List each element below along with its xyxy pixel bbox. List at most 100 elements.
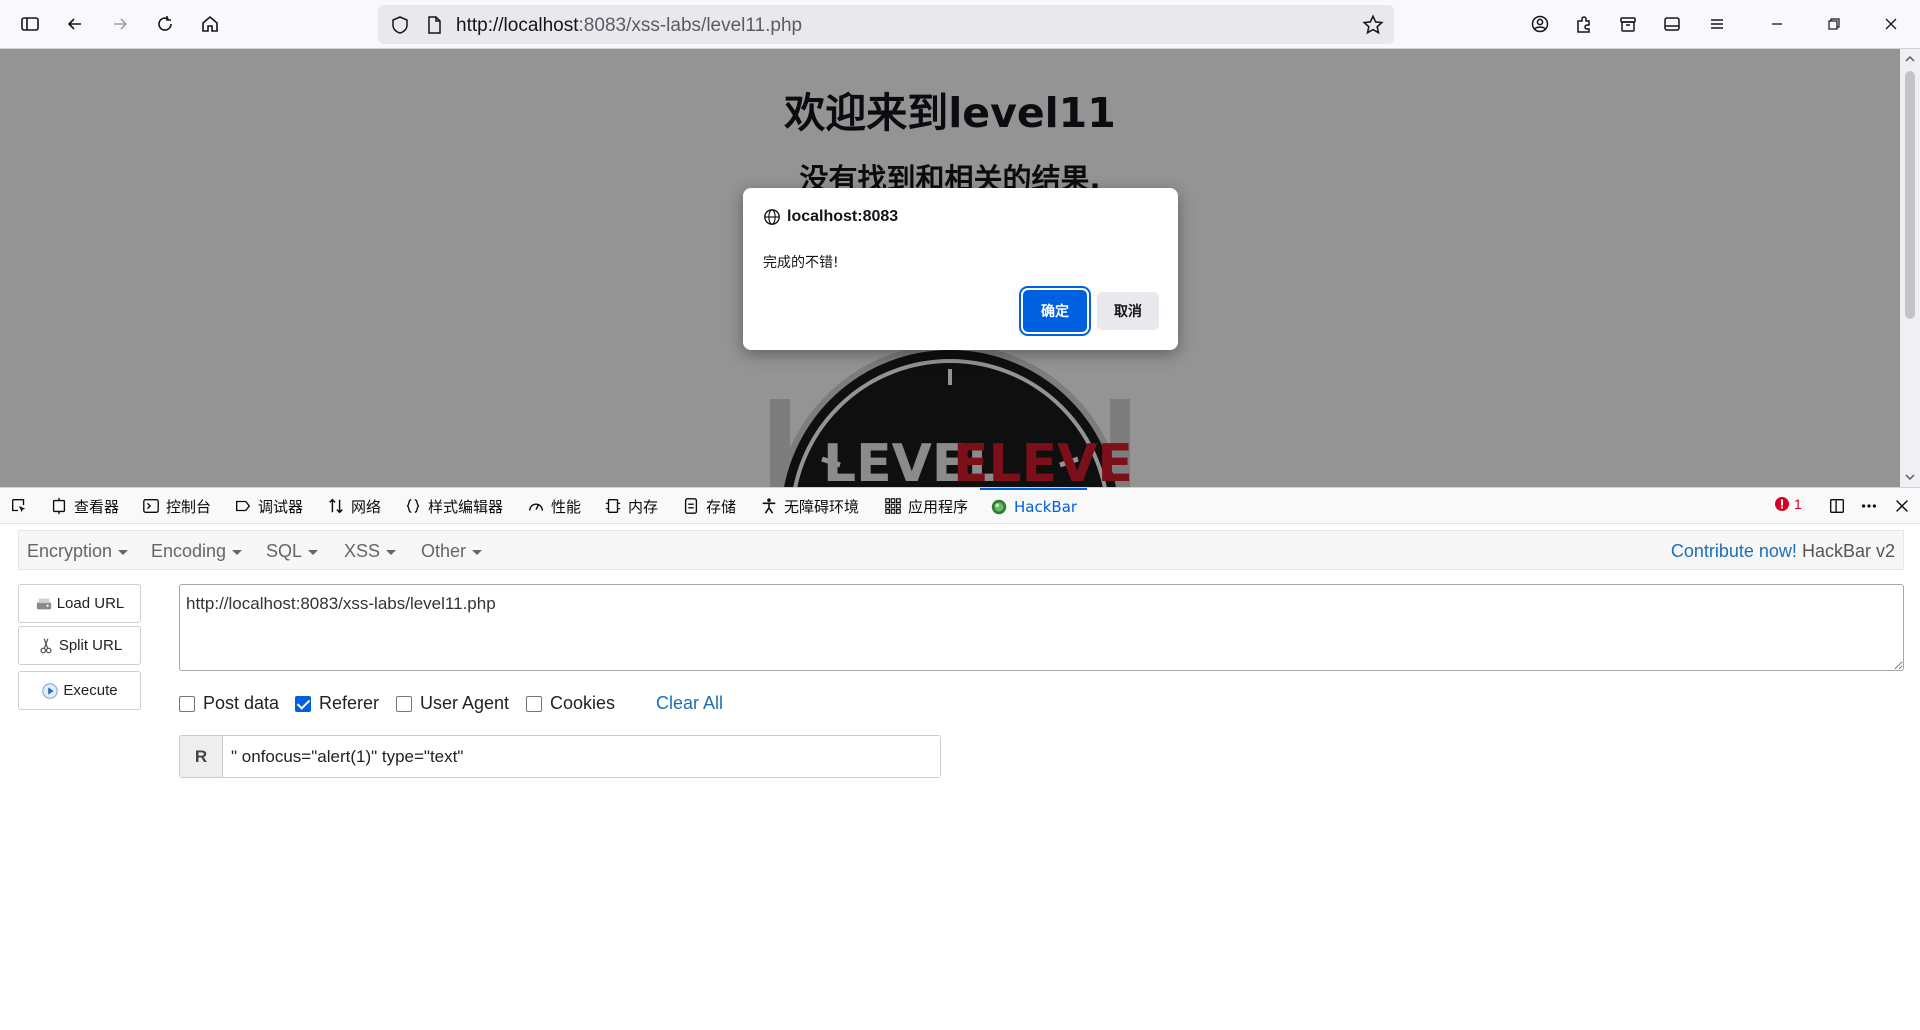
reload-button[interactable] xyxy=(149,8,181,40)
sidebar-icon xyxy=(21,17,39,31)
element-picker-icon xyxy=(12,499,26,513)
hackbar-icon xyxy=(991,499,1007,515)
tab-memory[interactable]: 内存 xyxy=(604,488,658,524)
arrow-left-icon xyxy=(67,18,81,30)
containers-button[interactable] xyxy=(1612,8,1644,40)
page-info-icon[interactable] xyxy=(424,15,444,35)
puzzle-icon xyxy=(1577,16,1590,33)
devtools-tabbar: 查看器 控制台 调试器 网络 样式编辑器 性能 内存 存储 无障碍环境 应用程序… xyxy=(0,487,1920,524)
cancel-button[interactable]: 取消 xyxy=(1097,292,1159,330)
hackbar-menu: Encryption Encoding SQL XSS Other Contri… xyxy=(18,530,1904,570)
split-url-button[interactable]: Split URL xyxy=(18,626,141,665)
reload-icon xyxy=(158,16,172,31)
devtools-close-button[interactable] xyxy=(1893,488,1911,524)
menu-encoding[interactable]: Encoding xyxy=(151,541,243,562)
style-editor-icon xyxy=(406,499,420,513)
devtools-menu-button[interactable] xyxy=(1860,488,1878,524)
back-button[interactable] xyxy=(59,8,91,40)
arrow-right-icon xyxy=(114,18,128,30)
network-icon xyxy=(329,498,343,514)
ok-button[interactable]: 确定 xyxy=(1019,286,1091,336)
dialog-origin: localhost:8083 xyxy=(763,208,898,226)
globe-icon xyxy=(764,209,780,225)
address-bar[interactable]: http://localhost:8083/xss-labs/level11.p… xyxy=(378,5,1394,44)
element-picker-button[interactable] xyxy=(10,488,28,524)
scroll-down-icon[interactable] xyxy=(1904,471,1916,483)
referer-input[interactable] xyxy=(223,736,940,777)
checkbox-unchecked[interactable] xyxy=(396,695,412,712)
menu-other[interactable]: Other xyxy=(421,541,483,562)
tab-storage[interactable]: 存储 xyxy=(682,488,736,524)
shield-icon[interactable] xyxy=(390,15,410,35)
accessibility-icon xyxy=(762,498,776,514)
hackbar-version: HackBar v2 xyxy=(1801,541,1895,561)
dialog-origin-text: localhost:8083 xyxy=(787,208,899,225)
menu-encryption[interactable]: Encryption xyxy=(27,541,129,562)
clear-all-link[interactable]: Clear All xyxy=(656,693,723,714)
checkbox-unchecked[interactable] xyxy=(526,695,542,712)
console-icon xyxy=(143,499,159,513)
sidebar-toggle-button[interactable] xyxy=(14,8,46,40)
error-icon xyxy=(1775,497,1789,511)
memory-icon xyxy=(605,499,621,513)
page-scrollbar[interactable] xyxy=(1900,49,1920,487)
debugger-icon xyxy=(236,500,251,512)
sidebar-panel-button[interactable] xyxy=(1656,8,1688,40)
post-data-checkbox[interactable]: Post data xyxy=(179,693,279,714)
contribute-text: Contribute now! HackBar v2 xyxy=(1671,541,1895,562)
close-window-button[interactable] xyxy=(1876,10,1906,38)
tab-debugger[interactable]: 调试器 xyxy=(234,488,303,524)
home-button[interactable] xyxy=(194,8,226,40)
browser-toolbar: http://localhost:8083/xss-labs/level11.p… xyxy=(0,0,1920,49)
tab-console[interactable]: 控制台 xyxy=(142,488,211,524)
menu-button[interactable] xyxy=(1701,8,1733,40)
execute-button[interactable]: Execute xyxy=(18,671,141,710)
account-icon xyxy=(1531,15,1549,33)
play-icon xyxy=(42,682,59,699)
alert-dialog: localhost:8083 完成的不错! 确定 取消 xyxy=(743,188,1178,350)
archive-icon xyxy=(1620,17,1636,32)
checkbox-unchecked[interactable] xyxy=(179,695,195,712)
menu-xss[interactable]: XSS xyxy=(344,541,397,562)
load-url-button[interactable]: Load URL xyxy=(18,584,141,623)
restore-icon xyxy=(1828,18,1840,30)
home-icon xyxy=(202,15,218,32)
extensions-button[interactable] xyxy=(1568,8,1600,40)
tab-application[interactable]: 应用程序 xyxy=(884,488,968,524)
restore-button[interactable] xyxy=(1819,10,1849,38)
cookies-checkbox[interactable]: Cookies xyxy=(526,693,615,714)
application-icon xyxy=(885,498,901,514)
bookmark-star-icon[interactable] xyxy=(1362,14,1384,36)
tab-inspector[interactable]: 查看器 xyxy=(50,488,119,524)
checkbox-checked[interactable] xyxy=(295,695,311,712)
caret-down-icon xyxy=(308,549,319,555)
tab-performance[interactable]: 性能 xyxy=(527,488,581,524)
account-button[interactable] xyxy=(1524,8,1556,40)
dock-side-icon xyxy=(1830,499,1844,513)
scroll-up-icon[interactable] xyxy=(1904,53,1916,65)
user-agent-checkbox[interactable]: User Agent xyxy=(396,693,509,714)
referer-checkbox[interactable]: Referer xyxy=(295,693,379,714)
error-count-badge[interactable]: 1 xyxy=(1774,496,1802,512)
tab-hackbar[interactable]: HackBar xyxy=(980,488,1088,524)
referer-label: R xyxy=(180,736,223,777)
caret-down-icon xyxy=(232,549,243,555)
storage-icon xyxy=(684,498,698,514)
scroll-thumb[interactable] xyxy=(1905,71,1915,319)
dock-toggle-button[interactable] xyxy=(1828,488,1846,524)
referer-field-group: R xyxy=(179,735,941,778)
caret-down-icon xyxy=(118,549,129,555)
url-textarea[interactable]: http://localhost:8083/xss-labs/level11.p… xyxy=(179,584,1904,671)
menu-sql[interactable]: SQL xyxy=(266,541,319,562)
url-text[interactable]: http://localhost:8083/xss-labs/level11.p… xyxy=(456,15,802,37)
tab-style-editor[interactable]: 样式编辑器 xyxy=(404,488,503,524)
forward-button[interactable] xyxy=(104,8,136,40)
panel-icon xyxy=(1664,17,1680,31)
tab-network[interactable]: 网络 xyxy=(327,488,381,524)
caret-down-icon xyxy=(472,549,483,555)
tab-accessibility[interactable]: 无障碍环境 xyxy=(760,488,859,524)
contribute-link[interactable]: Contribute now! xyxy=(1671,541,1797,561)
close-icon xyxy=(1896,500,1908,512)
dialog-message: 完成的不错! xyxy=(763,255,839,271)
minimize-button[interactable] xyxy=(1762,10,1792,38)
